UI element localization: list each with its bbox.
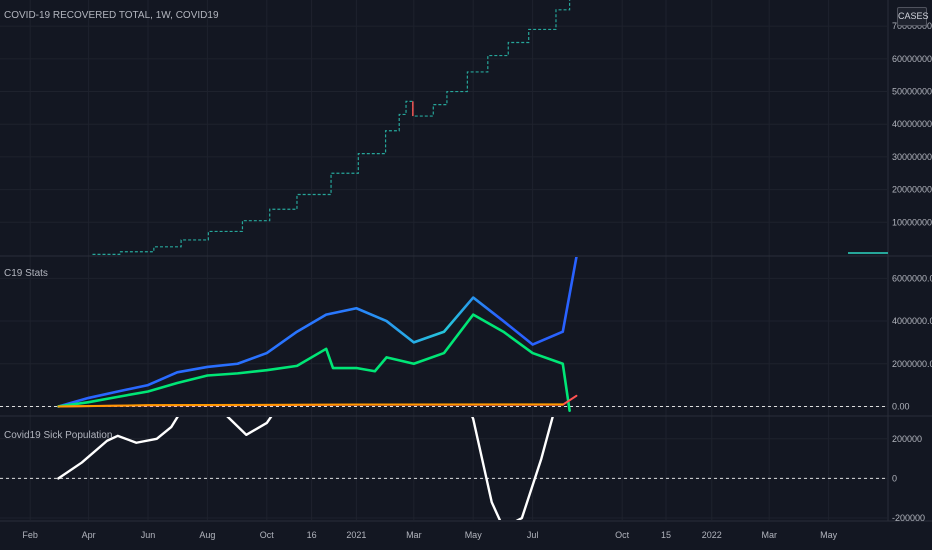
xtick-label-0: Feb: [22, 530, 38, 540]
sick-title: Covid19 Sick Population: [4, 430, 113, 441]
sick-ytick-label-0: -200000: [892, 513, 925, 523]
chart-canvas[interactable]: 10000000 20000000 30000000 40000000 50000000…: [0, 0, 932, 550]
main-ytick-label-3: 40000000: [892, 119, 932, 129]
stats-ytick-label-2: 4000000.00: [892, 316, 932, 326]
main-ytick-label-4: 50000000: [892, 87, 932, 97]
stats-title: C19 Stats: [4, 268, 48, 279]
xtick-label-12: 2022: [702, 530, 722, 540]
xtick-label-5: 16: [307, 530, 317, 540]
stats-series-green-line: [57, 313, 571, 413]
sick-series-white-line: [57, 417, 554, 520]
chart-root: 10000000 20000000 30000000 40000000 50000000…: [0, 0, 932, 550]
sick-ytick-label-2: 200000: [892, 434, 922, 444]
main-title: COVID-19 RECOVERED TOTAL, 1W, COVID19: [4, 10, 219, 21]
xtick-label-3: Aug: [199, 530, 215, 540]
main-ytick-label-5: 60000000: [892, 54, 932, 64]
xtick-label-14: May: [820, 530, 838, 540]
series-recovered-total-step: [92, 0, 571, 255]
xtick-label-13: Mar: [761, 530, 777, 540]
xtick-label-11: 15: [661, 530, 671, 540]
main-ytick-label-2: 30000000: [892, 152, 932, 162]
sick-ytick-label-1: 0: [892, 473, 897, 483]
xtick-label-2: Jun: [141, 530, 156, 540]
stats-series-blue_to_teal-line: [57, 257, 578, 408]
stats-ytick-label-1: 2000000.00: [892, 359, 932, 369]
stats-ytick-label-3: 6000000.00: [892, 273, 932, 283]
xtick-label-4: Oct: [260, 530, 275, 540]
main-ytick-label-0: 10000000: [892, 217, 932, 227]
xtick-label-10: Oct: [615, 530, 630, 540]
main-ytick-label-1: 20000000: [892, 185, 932, 195]
xtick-label-8: May: [465, 530, 483, 540]
xtick-label-9: Jul: [527, 530, 539, 540]
xtick-label-6: 2021: [346, 530, 366, 540]
stats-ytick-label-0: 0.00: [892, 401, 910, 411]
xtick-label-7: Mar: [406, 530, 422, 540]
cases-button[interactable]: CASES: [897, 7, 929, 26]
xtick-label-1: Apr: [82, 530, 96, 540]
